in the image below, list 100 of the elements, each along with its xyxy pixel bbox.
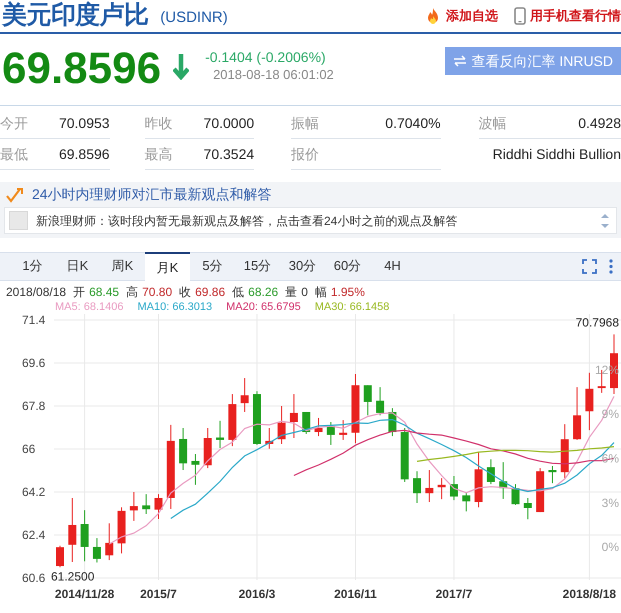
axis-label: 67.8 bbox=[22, 399, 46, 413]
add-favorite-link[interactable]: 添加自选 bbox=[424, 6, 498, 26]
quote-time: 2018-08-18 06:01:02 bbox=[213, 66, 334, 84]
field-value: 70.80 bbox=[142, 284, 172, 301]
moving-average-label: MA5: 68.1406 bbox=[55, 300, 124, 315]
falling-candle bbox=[216, 420, 224, 449]
rising-candle bbox=[265, 427, 274, 450]
stat-value: 69.8596 bbox=[58, 144, 110, 164]
rising-candle bbox=[130, 492, 138, 522]
axis-label: 2017/7 bbox=[436, 587, 472, 601]
period-tab[interactable]: 4H bbox=[370, 251, 415, 280]
stat-label: 昨收 bbox=[144, 114, 173, 132]
rising-candle bbox=[154, 494, 162, 520]
axis-label: 2014/11/28 bbox=[54, 587, 114, 601]
falling-candle bbox=[388, 408, 396, 437]
axis-label: 60.6 bbox=[22, 571, 46, 585]
falling-candle bbox=[450, 476, 458, 501]
rising-candle bbox=[536, 468, 544, 513]
price-change: -0.1404 (-0.2006%) bbox=[205, 48, 327, 66]
falling-candle bbox=[92, 538, 101, 563]
falling-candle bbox=[364, 384, 372, 416]
axis-label: 69.6 bbox=[22, 356, 46, 370]
field-label: 收 bbox=[179, 284, 192, 301]
rising-candle bbox=[290, 394, 298, 438]
axis-label: 0% bbox=[602, 540, 619, 554]
period-tab[interactable]: 周K bbox=[100, 251, 145, 280]
rising-candle bbox=[351, 374, 360, 444]
quote-price: 69.8596 bbox=[1, 47, 162, 91]
field-label: 幅 bbox=[314, 284, 327, 301]
axis-label: 2018/8/18 bbox=[562, 587, 616, 601]
moving-average-label: MA20: 65.6795 bbox=[226, 300, 301, 315]
stat-label: 最低 bbox=[0, 144, 28, 164]
field-label: 开 bbox=[73, 284, 86, 301]
field-value: 2018/08/18 bbox=[6, 284, 66, 301]
stat-label: 报价 bbox=[291, 144, 320, 164]
falling-candle bbox=[80, 510, 89, 562]
trend-arrow-icon bbox=[6, 186, 24, 202]
mobile-quote-link[interactable]: 用手机查看行情 bbox=[514, 6, 621, 26]
falling-candle bbox=[548, 465, 556, 484]
page-title: 美元印度卢比 bbox=[0, 0, 148, 32]
currency-code: (USDINR) bbox=[160, 8, 228, 28]
falling-candle bbox=[142, 494, 150, 514]
avatar bbox=[9, 211, 28, 230]
advice-message: 新浪理财师：该时段内暂无最新观点及解答，点击查看24小时之前的观点及解答 bbox=[36, 212, 458, 230]
period-tab[interactable]: 60分 bbox=[325, 251, 370, 280]
scroll-arrows-icon bbox=[600, 212, 610, 230]
rising-candle bbox=[585, 372, 594, 431]
period-tab[interactable]: 30分 bbox=[280, 251, 325, 280]
period-tab[interactable]: 15分 bbox=[235, 251, 280, 280]
rising-candle bbox=[278, 406, 286, 444]
field-value: 69.86 bbox=[195, 284, 226, 301]
stat-value: 70.0953 bbox=[58, 114, 110, 132]
stat-value: 0.7040% bbox=[385, 114, 441, 132]
arrow-down-icon bbox=[173, 52, 190, 80]
field-label: 量 bbox=[285, 284, 298, 301]
stat-value: Riddhi Siddhi Bullion bbox=[492, 145, 621, 164]
rising-candle bbox=[105, 522, 114, 561]
field-label: 高 bbox=[126, 284, 138, 301]
period-tab[interactable]: 5分 bbox=[190, 251, 235, 280]
stat-value: 70.3524 bbox=[204, 144, 254, 164]
rising-candle bbox=[438, 478, 446, 500]
moving-average-label: MA10: 66.3013 bbox=[138, 300, 212, 315]
rising-candle bbox=[240, 378, 249, 412]
period-tab[interactable]: 日K bbox=[55, 251, 100, 280]
more-icon bbox=[609, 259, 613, 274]
rising-candle bbox=[56, 545, 64, 568]
stat-value: 70.0000 bbox=[204, 114, 254, 132]
field-label: 低 bbox=[232, 284, 244, 301]
falling-candle bbox=[400, 427, 409, 482]
phone-icon bbox=[514, 7, 526, 25]
field-value: 68.26 bbox=[248, 284, 278, 301]
stat-label: 波幅 bbox=[478, 114, 507, 132]
axis-label: 62.4 bbox=[22, 528, 46, 542]
rising-candle bbox=[474, 452, 483, 508]
period-tab[interactable]: 1分 bbox=[10, 251, 55, 280]
falling-candle bbox=[512, 484, 520, 506]
axis-label: 2016/3 bbox=[238, 587, 276, 601]
rising-candle bbox=[228, 394, 236, 447]
stat-label: 今开 bbox=[0, 114, 28, 132]
stat-label: 最高 bbox=[144, 144, 173, 164]
axis-label: 71.4 bbox=[22, 314, 46, 327]
axis-label: 64.2 bbox=[22, 485, 46, 499]
fullscreen-icon bbox=[582, 259, 597, 274]
rising-candle bbox=[425, 470, 434, 503]
falling-candle bbox=[413, 470, 422, 504]
field-value: 68.45 bbox=[89, 284, 120, 301]
moving-average-label: MA30: 66.1458 bbox=[314, 300, 390, 315]
falling-candle bbox=[462, 492, 470, 512]
period-tab[interactable]: 月K bbox=[145, 252, 190, 281]
extreme-value-label: 70.7968 bbox=[576, 315, 619, 330]
field-value: 0 bbox=[301, 284, 308, 301]
rising-candle bbox=[573, 386, 582, 440]
falling-candle bbox=[326, 422, 335, 446]
rising-candle bbox=[118, 506, 126, 554]
falling-candle bbox=[179, 427, 188, 471]
field-value: 1.95% bbox=[330, 284, 365, 301]
rising-candle bbox=[560, 424, 569, 479]
falling-candle bbox=[376, 386, 384, 416]
axis-label: 2016/11 bbox=[334, 587, 377, 601]
axis-label: 66 bbox=[22, 442, 36, 456]
